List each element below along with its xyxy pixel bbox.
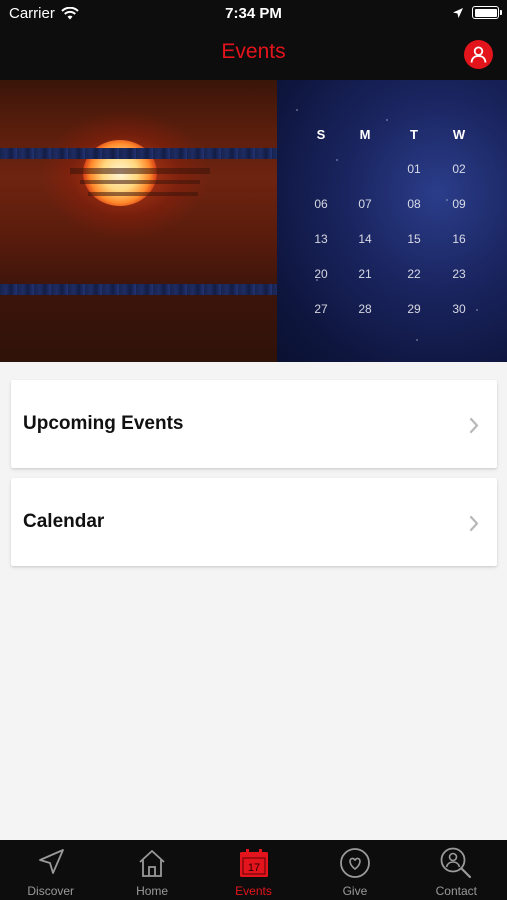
row-label: Upcoming Events (23, 413, 184, 434)
calendar-day: 09 (452, 197, 466, 211)
navigation-arrow-icon (38, 849, 64, 874)
calendar-day: 02 (452, 162, 466, 176)
hero-image: S M T W 01 02 06 07 08 09 13 14 15 16 20 21 22 23 27 28 29 30 (0, 80, 507, 362)
calendar-icon: 17 (239, 849, 268, 877)
chevron-right-icon (469, 515, 479, 532)
events-screen: Carrier 7:34 PM Events S M T W 01 02 06 … (0, 0, 507, 900)
starry-calendar-image: S M T W 01 02 06 07 08 09 13 14 15 16 20 21 22 23 27 28 29 30 (277, 80, 507, 362)
location-arrow-icon (453, 7, 463, 18)
calendar-day: 06 (314, 197, 328, 211)
calendar-day: 21 (358, 267, 372, 281)
tab-label: Give (342, 884, 368, 898)
row-label: Calendar (23, 511, 105, 532)
weekday-label: T (410, 127, 418, 142)
image-stripe (0, 148, 277, 159)
weekday-label: S (316, 127, 326, 142)
calendar-day: 22 (407, 267, 421, 281)
calendar-day: 29 (407, 302, 421, 316)
calendar-day: 08 (407, 197, 421, 211)
tab-bar: Discover Home 17 Events Give Contact (0, 840, 507, 900)
nav-bar: Events (0, 28, 507, 80)
tab-home[interactable]: Home (101, 840, 202, 900)
tab-discover[interactable]: Discover (0, 840, 101, 900)
calendar-day: 01 (407, 162, 421, 176)
upcoming-events-row[interactable]: Upcoming Events (11, 380, 497, 468)
user-icon (470, 46, 487, 63)
calendar-day: 23 (452, 267, 466, 281)
tab-label: Home (136, 884, 169, 898)
page-title: Events (221, 40, 286, 63)
tab-label: Contact (435, 884, 477, 898)
calendar-day: 07 (358, 197, 372, 211)
calendar-day: 27 (314, 302, 328, 316)
calendar-icon-date: 17 (247, 862, 259, 874)
calendar-day: 30 (452, 302, 466, 316)
profile-button[interactable] (464, 40, 493, 69)
calendar-day: 20 (314, 267, 328, 281)
clock: 7:34 PM (225, 5, 282, 22)
chevron-right-icon (469, 417, 479, 434)
calendar-day: 13 (314, 232, 328, 246)
weekday-label: W (452, 127, 466, 142)
image-stripe (0, 284, 277, 295)
heart-icon (340, 848, 370, 878)
tab-contact[interactable]: Contact (406, 840, 507, 900)
tab-events[interactable]: 17 Events (203, 840, 304, 900)
calendar-day: 16 (452, 232, 466, 246)
tab-label: Events (235, 884, 272, 898)
tab-give[interactable]: Give (304, 840, 405, 900)
home-icon (139, 850, 165, 877)
weekday-label: M (359, 127, 371, 142)
status-bar: Carrier 7:34 PM (0, 0, 507, 28)
tab-label: Discover (27, 884, 75, 898)
calendar-graphic: S M T W 01 02 06 07 08 09 13 14 15 16 20 21 22 23 27 28 29 30 (277, 80, 507, 362)
calendar-row[interactable]: Calendar (11, 478, 497, 566)
sunset-image (0, 80, 277, 362)
calendar-day: 28 (358, 302, 372, 316)
status-right (452, 6, 502, 19)
contact-search-icon (440, 847, 472, 879)
calendar-day: 15 (407, 232, 421, 246)
calendar-day: 14 (358, 232, 372, 246)
battery-icon (472, 6, 502, 19)
